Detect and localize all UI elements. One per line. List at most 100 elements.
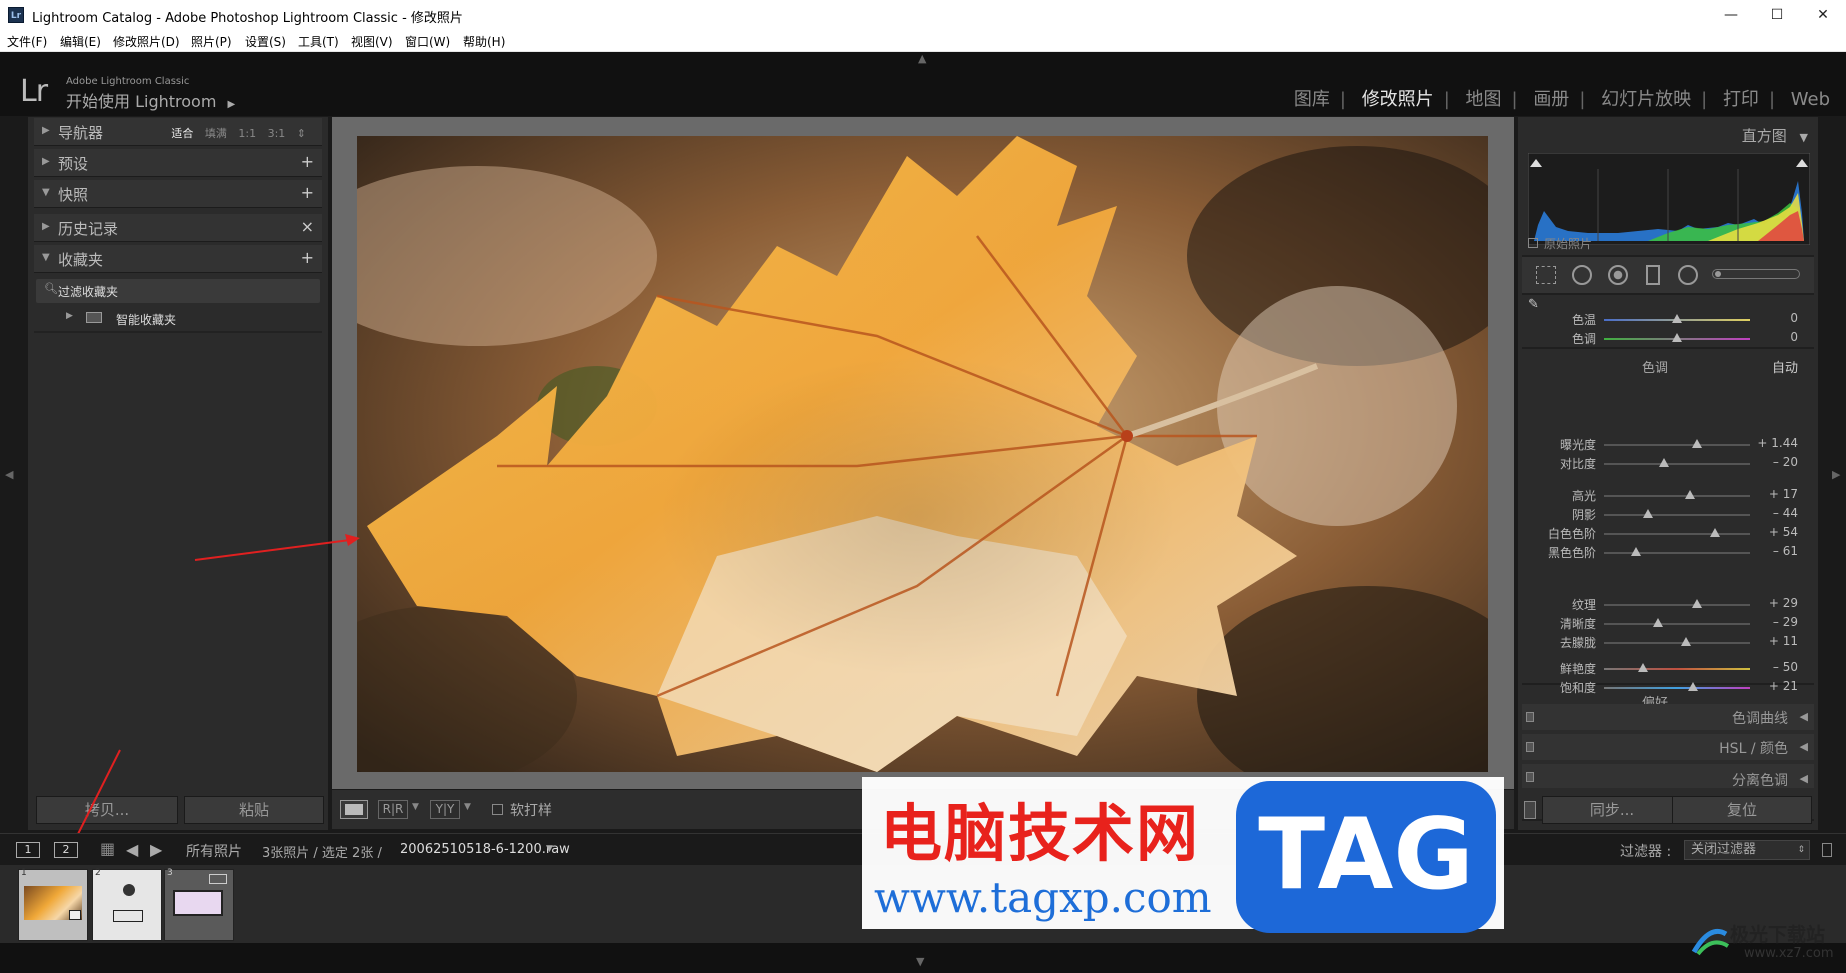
history-header[interactable]: ▶ 历史记录 × xyxy=(34,214,322,242)
slider-value[interactable]: + 29 xyxy=(1769,596,1798,610)
slider-track[interactable] xyxy=(1604,604,1750,606)
slider-knob-icon[interactable] xyxy=(1642,509,1653,518)
module-develop[interactable]: 修改照片 xyxy=(1362,89,1434,110)
original-photo-checkbox[interactable] xyxy=(1528,238,1538,248)
slider-knob-icon[interactable] xyxy=(1658,458,1669,467)
slider-track[interactable] xyxy=(1604,623,1750,625)
slider-track[interactable] xyxy=(1604,514,1750,516)
red-eye-tool-icon[interactable] xyxy=(1608,265,1628,285)
slider-track[interactable] xyxy=(1604,444,1750,446)
right-panel-toggle-icon[interactable]: ▶ xyxy=(1832,468,1840,481)
slider-value[interactable]: + 11 xyxy=(1769,634,1798,648)
filter-lock-icon[interactable] xyxy=(1822,843,1832,857)
menu-settings[interactable]: 设置(S) xyxy=(245,33,286,50)
zoom-1-1[interactable]: 1:1 xyxy=(238,127,256,140)
slider-value[interactable]: + 17 xyxy=(1769,487,1798,501)
slider-track[interactable] xyxy=(1604,533,1750,535)
module-map[interactable]: 地图 xyxy=(1466,89,1502,110)
slider-knob-icon[interactable] xyxy=(1709,528,1720,537)
slider-knob-icon[interactable] xyxy=(1631,547,1642,556)
snapshots-header[interactable]: ▼ 快照 + xyxy=(34,180,322,208)
slider-value[interactable]: 0 xyxy=(1790,311,1798,325)
filmstrip-thumbnail[interactable]: 2 xyxy=(92,868,162,941)
slider-track[interactable] xyxy=(1604,687,1750,689)
loupe-view-button[interactable] xyxy=(340,800,368,819)
module-library[interactable]: 图库 xyxy=(1294,89,1330,110)
top-panel-toggle-icon[interactable]: ▲ xyxy=(918,52,926,65)
crop-overlay-tool-icon[interactable] xyxy=(1536,266,1556,284)
add-collection-icon[interactable]: + xyxy=(301,248,314,267)
slider-value[interactable]: + 54 xyxy=(1769,525,1798,539)
slider-track[interactable] xyxy=(1604,495,1750,497)
menu-help[interactable]: 帮助(H) xyxy=(463,33,505,50)
menu-develop[interactable]: 修改照片(D) xyxy=(113,33,180,50)
hsl-color-header[interactable]: HSL / 颜色 ◀ xyxy=(1522,734,1814,760)
radial-filter-tool-icon[interactable] xyxy=(1678,265,1698,285)
clear-history-icon[interactable]: × xyxy=(301,217,314,236)
slider-knob-icon[interactable] xyxy=(1680,637,1691,646)
slider-knob-icon[interactable] xyxy=(1692,599,1703,608)
filmstrip-thumbnail[interactable]: 1 xyxy=(18,868,88,941)
slider-track[interactable] xyxy=(1604,642,1750,644)
filename-label[interactable]: 20062510518-6-1200.raw xyxy=(400,842,570,857)
slider-value[interactable]: – 29 xyxy=(1773,615,1798,629)
auto-tone-button[interactable]: 自动 xyxy=(1772,357,1798,376)
minimize-button[interactable]: — xyxy=(1708,0,1754,30)
module-slideshow[interactable]: 幻灯片放映 xyxy=(1601,89,1691,110)
panel-switch-icon[interactable] xyxy=(1526,712,1534,722)
zoom-3-1[interactable]: 3:1 xyxy=(268,127,286,140)
close-button[interactable]: ✕ xyxy=(1800,0,1846,30)
add-snapshot-icon[interactable]: + xyxy=(301,183,314,202)
add-preset-icon[interactable]: + xyxy=(301,152,314,171)
graduated-filter-tool-icon[interactable] xyxy=(1646,265,1660,285)
slider-knob-icon[interactable] xyxy=(1685,490,1696,499)
slider-knob-icon[interactable] xyxy=(1638,663,1649,672)
navigator-header[interactable]: ▶ 导航器 适合 填满 1:1 3:1 ⇕ xyxy=(34,118,322,146)
getting-started-link[interactable]: 开始使用 Lightroom ▶ xyxy=(66,88,235,112)
presets-header[interactable]: ▶ 预设 + xyxy=(34,149,322,177)
collections-header[interactable]: ▼ 收藏夹 + xyxy=(34,245,322,273)
slider-value[interactable]: – 61 xyxy=(1773,544,1798,558)
dropdown-arrow-icon[interactable]: ▼ xyxy=(546,844,553,854)
dropdown-arrow-icon[interactable]: ▼ xyxy=(412,802,419,812)
zoom-stepper-icon[interactable]: ⇕ xyxy=(297,127,306,140)
menu-edit[interactable]: 编辑(E) xyxy=(60,33,101,50)
filmstrip-thumbnail[interactable]: 3 xyxy=(164,868,234,941)
menu-photo[interactable]: 照片(P) xyxy=(191,33,232,50)
source-label[interactable]: 所有照片 xyxy=(186,841,242,861)
slider-value[interactable]: – 20 xyxy=(1773,455,1798,469)
slider-knob-icon[interactable] xyxy=(1672,314,1682,323)
module-book[interactable]: 画册 xyxy=(1533,89,1569,110)
filter-collections-input[interactable]: 🔍︎ 过滤收藏夹 xyxy=(36,279,320,303)
photo-maple-leaf[interactable] xyxy=(357,136,1488,772)
slider-value[interactable]: + 1.44 xyxy=(1757,436,1798,450)
before-after-top-bottom-button[interactable]: Y|Y xyxy=(430,800,460,819)
dropdown-arrow-icon[interactable]: ▼ xyxy=(464,802,471,812)
paste-settings-button[interactable]: 粘贴 xyxy=(184,796,324,824)
split-toning-header[interactable]: 分离色调 ◀ xyxy=(1522,764,1814,788)
before-after-left-right-button[interactable]: R|R xyxy=(378,800,408,819)
maximize-button[interactable]: ☐ xyxy=(1754,0,1800,30)
grid-view-icon[interactable]: ▦ xyxy=(100,839,115,858)
back-arrow-icon[interactable]: ◀ xyxy=(126,840,138,859)
slider-track[interactable] xyxy=(1604,552,1750,554)
menu-view[interactable]: 视图(V) xyxy=(351,33,393,50)
auto-sync-switch-icon[interactable] xyxy=(1524,801,1536,819)
bottom-panel-toggle-icon[interactable]: ▼ xyxy=(916,955,924,968)
slider-knob-icon[interactable] xyxy=(1688,682,1699,691)
soft-proof-checkbox[interactable] xyxy=(492,804,503,815)
forward-arrow-icon[interactable]: ▶ xyxy=(150,840,162,859)
slider-knob-icon[interactable] xyxy=(1672,333,1682,342)
reset-button[interactable]: 复位 xyxy=(1672,796,1812,824)
sync-button[interactable]: 同步... xyxy=(1542,796,1682,824)
menu-file[interactable]: 文件(F) xyxy=(7,33,47,50)
menu-tools[interactable]: 工具(T) xyxy=(298,33,339,50)
zoom-fill[interactable]: 填满 xyxy=(205,127,227,140)
slider-track[interactable] xyxy=(1604,463,1750,465)
slider-value[interactable]: – 44 xyxy=(1773,506,1798,520)
slider-track[interactable] xyxy=(1604,668,1750,670)
histogram-header[interactable]: 直方图 ▼ xyxy=(1742,125,1808,146)
filter-dropdown[interactable]: 关闭过滤器 ⇕ xyxy=(1684,840,1810,860)
slider-value[interactable]: 0 xyxy=(1790,330,1798,344)
secondary-window-button[interactable]: 2 xyxy=(54,842,78,858)
